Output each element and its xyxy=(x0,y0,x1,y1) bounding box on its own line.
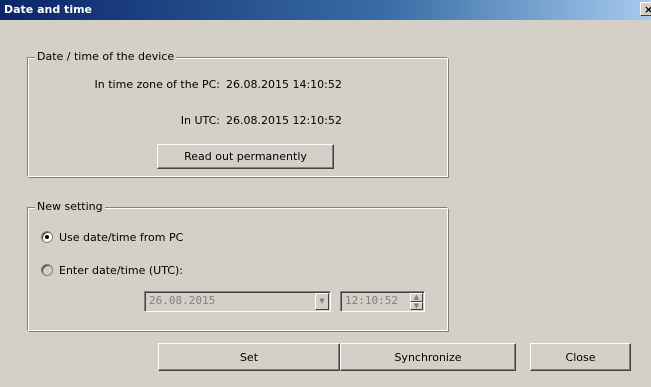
set-button[interactable]: Set xyxy=(158,343,340,371)
window-title: Date and time xyxy=(4,3,93,16)
read-out-permanently-button[interactable]: Read out permanently xyxy=(157,144,334,169)
arrow-down-icon[interactable]: ▼ xyxy=(410,302,423,310)
pc-timezone-label: In time zone of the PC: xyxy=(94,78,220,91)
date-dropdown[interactable]: 26.08.2015 xyxy=(144,291,331,312)
synchronize-button[interactable]: Synchronize xyxy=(340,343,516,371)
close-icon[interactable]: × xyxy=(640,2,651,16)
title-bar: Date and time × xyxy=(0,0,651,20)
close-button[interactable]: Close xyxy=(530,343,631,371)
arrow-up-icon[interactable]: ▲ xyxy=(410,293,423,302)
chevron-down-icon[interactable]: ▼ xyxy=(315,293,329,310)
utc-value: 26.08.2015 12:10:52 xyxy=(226,114,342,127)
enter-utc-time-label[interactable]: Enter date/time (UTC): xyxy=(59,264,183,277)
new-setting-legend: New setting xyxy=(35,200,105,213)
device-time-legend: Date / time of the device xyxy=(35,50,177,63)
enter-utc-time-radio[interactable] xyxy=(41,264,53,276)
utc-label: In UTC: xyxy=(180,114,220,127)
use-pc-time-label[interactable]: Use date/time from PC xyxy=(59,231,183,244)
use-pc-time-radio[interactable] xyxy=(41,231,53,243)
pc-timezone-value: 26.08.2015 14:10:52 xyxy=(226,78,342,91)
